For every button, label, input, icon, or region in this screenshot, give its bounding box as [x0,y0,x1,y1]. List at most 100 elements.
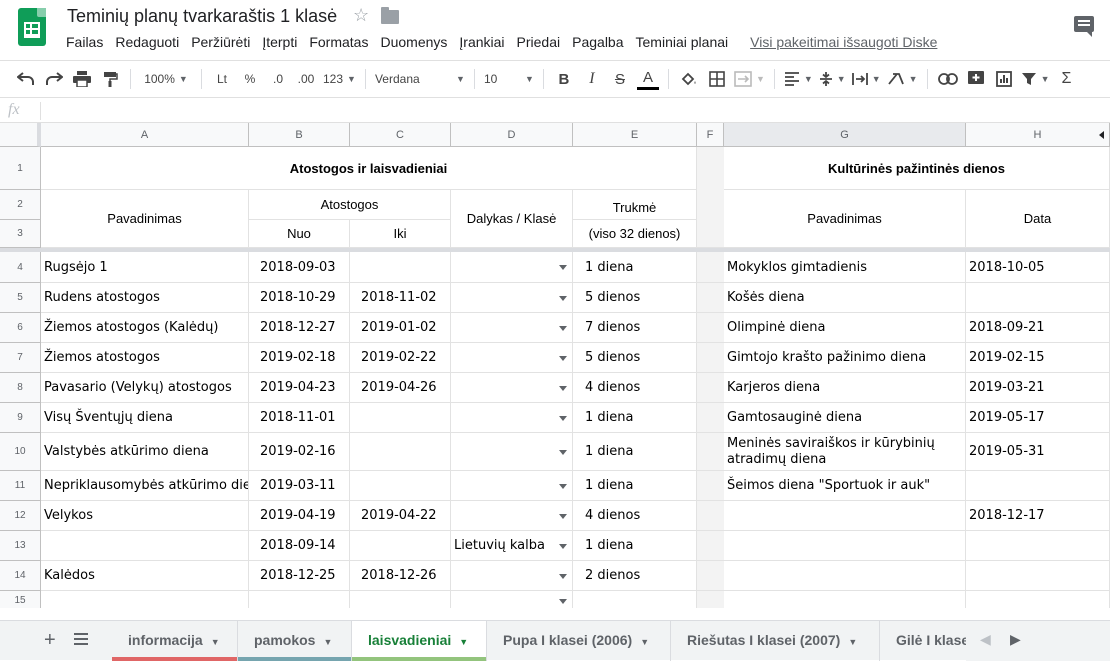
cell-culture-day-name[interactable]: Olimpinė diena [724,313,966,343]
cell-culture-day-name[interactable] [724,531,966,561]
row-header[interactable]: 12 [0,501,41,531]
cell-culture-day-date[interactable]: 2019-03-21 [966,373,1110,403]
column-header-h[interactable]: H [966,123,1110,147]
cell-duration[interactable]: 2 dienos [573,561,697,591]
row-header[interactable]: 7 [0,343,41,373]
cell-name[interactable]: Rugsėjo 1 [41,252,249,283]
cell-name[interactable]: Valstybės atkūrimo diena [41,433,249,471]
row-header[interactable]: 8 [0,373,41,403]
cell-culture-day-name[interactable]: Gamtosauginė diena [724,403,966,433]
menu-view[interactable]: Peržiūrėti [191,34,250,50]
cell-name[interactable]: Pavasario (Velykų) atostogos [41,373,249,403]
save-status-link[interactable]: Visi pakeitimai išsaugoti Diske [750,34,937,50]
text-wrap-icon[interactable]: ▼ [851,65,881,93]
column-header-b[interactable]: B [249,123,350,147]
scroll-tabs-left-icon[interactable]: ◀ [980,631,991,648]
cell-duration[interactable]: 1 diena [573,252,697,283]
cell-from-date[interactable]: 2019-02-16 [249,433,350,471]
cell-duration[interactable] [573,591,697,608]
cell-culture-day-name[interactable]: Košės diena [724,283,966,313]
cell-to-date[interactable] [350,433,451,471]
cell-name[interactable] [41,591,249,608]
spacer-cell[interactable] [697,531,724,561]
paint-format-icon[interactable] [99,65,121,93]
dropdown-arrow-icon[interactable] [559,573,567,579]
comments-icon[interactable] [1074,16,1094,37]
cell-culture-day-date[interactable] [966,531,1110,561]
column-header-d[interactable]: D [451,123,573,147]
percent-format-button[interactable]: % [239,65,261,93]
insert-chart-icon[interactable] [993,65,1015,93]
cell-duration[interactable]: 4 dienos [573,373,697,403]
row-header[interactable]: 4 [0,252,41,283]
dropdown-arrow-icon[interactable] [559,265,567,270]
cell-to-date[interactable]: 2018-12-26 [350,561,451,591]
column-header-f[interactable]: F [697,123,724,147]
cell-from-date[interactable]: 2019-02-18 [249,343,350,373]
cell-subject-dropdown[interactable] [451,561,573,591]
table-title[interactable]: Kultūrinės pažintinės dienos [724,147,1110,190]
dropdown-arrow-icon[interactable] [559,415,567,421]
cell-to-date[interactable] [350,531,451,561]
cell-culture-day-name[interactable] [724,591,966,608]
dropdown-arrow-icon[interactable] [559,295,567,301]
cell-name[interactable]: Žiemos atostogos (Kalėdų) [41,313,249,343]
spacer-cell[interactable] [697,561,724,591]
row-header[interactable]: 10 [0,433,41,471]
menu-file[interactable]: Failas [66,34,103,50]
cell-to-date[interactable]: 2018-11-02 [350,283,451,313]
cell-to-date[interactable] [350,252,451,283]
cell-to-date[interactable] [350,591,451,608]
cell-culture-day-name[interactable]: Mokyklos gimtadienis [724,252,966,283]
sheet-tab[interactable]: Pupa I klasei (2006) ▼ [487,621,671,661]
fill-color-icon[interactable] [678,65,700,93]
print-icon[interactable] [71,65,93,93]
row-header[interactable]: 11 [0,471,41,501]
dropdown-arrow-icon[interactable] [559,483,567,489]
cell-subject-dropdown[interactable] [451,373,573,403]
cell-from-date[interactable]: 2019-04-19 [249,501,350,531]
cell-from-date[interactable]: 2018-10-29 [249,283,350,313]
cell-subject-dropdown[interactable] [451,501,573,531]
dropdown-arrow-icon[interactable] [559,325,567,331]
column-title-from[interactable]: Nuo [249,220,350,248]
column-header-g[interactable]: G [724,123,966,147]
cell-subject-dropdown[interactable] [451,283,573,313]
dropdown-arrow-icon[interactable] [559,385,567,391]
scroll-tabs-right-icon[interactable]: ▶ [1010,631,1021,648]
cell-to-date[interactable] [350,403,451,433]
column-header-c[interactable]: C [350,123,451,147]
cell-duration[interactable]: 1 diena [573,531,697,561]
add-sheet-button[interactable]: + [44,629,56,652]
document-title[interactable]: Teminių planų tvarkaraštis 1 klasė [67,6,337,27]
cell-culture-day-date[interactable]: 2019-05-17 [966,403,1110,433]
spacer-cell[interactable] [697,591,724,608]
star-icon[interactable]: ☆ [353,5,369,26]
cell-duration[interactable]: 1 diena [573,403,697,433]
text-color-button[interactable]: A [636,68,659,90]
font-select[interactable]: Verdana ▼ [375,65,465,93]
dropdown-arrow-icon[interactable] [559,513,567,519]
column-title-date[interactable]: Data [966,190,1110,248]
menu-insert[interactable]: Įterpti [262,34,297,50]
cell-duration[interactable]: 5 dienos [573,283,697,313]
sheet-tab[interactable]: informacija ▼ [112,621,238,661]
cell-from-date[interactable]: 2019-04-23 [249,373,350,403]
cell-name[interactable]: Kalėdos [41,561,249,591]
cell-name[interactable]: Nepriklausomybės atkūrimo diena [41,471,249,501]
column-title-duration-total[interactable]: (viso 32 dienos) [573,220,697,248]
menu-help[interactable]: Pagalba [572,34,623,50]
cell-name[interactable]: Visų Šventųjų diena [41,403,249,433]
dropdown-arrow-icon[interactable] [559,355,567,361]
cell-subject-dropdown[interactable] [451,433,573,471]
table-title[interactable]: Atostogos ir laisvadieniai [41,147,697,190]
borders-icon[interactable] [706,65,728,93]
sheet-tab-active[interactable]: laisvadieniai ▼ [352,621,487,661]
spacer-cell[interactable] [697,373,724,403]
text-rotation-icon[interactable]: ▼ [887,65,918,93]
cell-duration[interactable]: 1 diena [573,471,697,501]
cell-duration[interactable]: 5 dienos [573,343,697,373]
cell-name[interactable]: Velykos [41,501,249,531]
folder-icon[interactable] [381,7,399,24]
cell-culture-day-date[interactable] [966,561,1110,591]
